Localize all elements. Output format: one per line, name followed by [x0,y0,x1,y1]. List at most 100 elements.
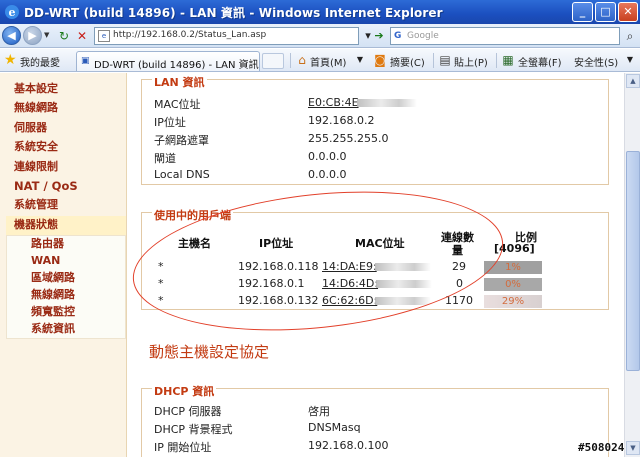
history-dropdown-icon[interactable]: ▼ [44,31,49,39]
redacted-blur [374,263,431,271]
dhcp-server-label: DHCP 伺服器 [154,405,222,418]
paste-button[interactable]: 貼上(P) [454,54,488,69]
sidebar-item-wireless[interactable]: 無線網路 [6,99,126,118]
close-button[interactable]: ✕ [618,2,638,22]
sidebar-menu: 基本設定 無線網路 伺服器 系統安全 連線限制 NAT / QoS 系統管理 機… [6,80,126,340]
client-ip: 192.168.0.1 [238,277,305,290]
lan-row-mac: MAC位址 E0:CB:4E [154,94,614,112]
home-icon[interactable]: ⌂ [294,52,310,68]
scroll-down-icon[interactable]: ▼ [626,441,640,455]
safety-dropdown-icon[interactable]: ▼ [622,52,638,68]
safety-button[interactable]: 安全性(S) [574,54,618,69]
lan-gateway-label: 閘道 [154,152,176,165]
submenu-item-sysinfo[interactable]: 系統資訊 [7,321,125,338]
client-ratio-bar: 0% [484,278,542,291]
arrow-left-icon: ◀ [7,29,16,42]
lan-row-netmask: 子網路遮罩 255.255.255.0 [154,130,614,148]
lan-mac-label: MAC位址 [154,98,201,111]
forward-button[interactable]: ▶ [23,26,42,45]
sidebar-item-status[interactable]: 機器狀態 [6,215,126,236]
active-clients-legend: 使用中的用戶端 [152,207,233,223]
vertical-scrollbar[interactable]: ▲ ▼ [624,73,640,457]
minimize-button[interactable]: _ [572,2,593,22]
dhcp-section-title: 動態主機設定協定 [149,343,270,361]
client-conns: 1170 [445,294,473,307]
sidebar-item-basic-setup[interactable]: 基本設定 [6,80,126,99]
client-ratio-bar: 1% [484,261,542,274]
client-ip: 192.168.0.132 [238,294,319,307]
dhcp-row-server: DHCP 伺服器 啓用 [154,401,614,419]
feed-button[interactable]: 摘要(C) [390,54,425,69]
fullscreen-button[interactable]: 全螢幕(F) [518,54,562,69]
submenu-item-lan[interactable]: 區域網路 [7,270,125,287]
command-bar: ★ 我的最愛 ▣ DD-WRT (build 14896) - LAN 資訊 ⌂… [0,49,640,72]
new-tab-button[interactable] [262,53,284,69]
browser-tab[interactable]: ▣ DD-WRT (build 14896) - LAN 資訊 [76,51,260,71]
col-conns-header-line2: 量 [452,244,463,257]
dhcp-info-legend: DHCP 資訊 [152,383,217,399]
lan-netmask-value: 255.255.255.0 [308,132,389,145]
scroll-up-icon[interactable]: ▲ [626,74,640,88]
sidebar-item-nat-qos[interactable]: NAT / QoS [6,177,126,196]
image-watermark: #508024 [578,441,625,454]
refresh-icon[interactable]: ↻ [56,28,72,44]
client-host: * [158,260,164,273]
search-icon[interactable]: ⌕ [622,28,638,44]
sidebar-item-security[interactable]: 系統安全 [6,138,126,157]
lan-row-dns: Local DNS 0.0.0.0 [154,166,614,184]
google-icon: G [394,31,402,41]
sidebar-item-access-restrictions[interactable]: 連線限制 [6,158,126,177]
dhcp-start-ip-label: IP 開始位址 [154,441,212,454]
search-input[interactable]: G Google [390,27,620,45]
client-mac[interactable]: 14:DA:E9: [322,260,431,273]
col-mac-header: MAC位址 [355,237,405,250]
home-button[interactable]: 首頁(M) [310,54,346,69]
divider [433,53,434,68]
client-mac[interactable]: 6C:62:6D: [322,294,432,307]
go-icon[interactable]: ➔ [371,27,387,45]
lan-dns-value: 0.0.0.0 [308,168,347,181]
lan-ip-label: IP位址 [154,116,186,129]
fullscreen-icon[interactable]: ▦ [500,52,516,68]
dhcp-row-daemon: DHCP 背景程式 DNSMasq [154,419,614,437]
lan-mac-value[interactable]: E0:CB:4E [308,96,417,109]
ie-icon: e [5,5,19,19]
col-ratio-header-line2: [4096] [494,242,535,255]
redacted-blur [356,99,417,107]
favorites-button[interactable]: 我的最愛 [20,54,60,69]
scrollbar-thumb[interactable] [626,151,640,371]
client-mac[interactable]: 14:D6:4D: [322,277,433,290]
address-toolbar: ◀ ▶ ▼ ↻ ✕ e http://192.168.0.2/Status_La… [0,24,640,48]
divider [290,53,291,68]
window-title: DD-WRT (build 14896) - LAN 資訊 - Windows … [24,6,443,20]
window-titlebar: e DD-WRT (build 14896) - LAN 資訊 - Window… [0,0,640,24]
client-ratio-label: 0% [505,279,521,290]
dhcp-server-value: 啓用 [308,405,330,418]
submenu-item-wan[interactable]: WAN [7,253,125,270]
lan-info-legend: LAN 資訊 [152,74,207,90]
col-hostname-header: 主機名 [178,237,211,250]
address-input[interactable]: e http://192.168.0.2/Status_Lan.asp [94,27,359,45]
maximize-button[interactable]: □ [595,2,616,22]
submenu-item-wireless[interactable]: 無線網路 [7,287,125,304]
redacted-blur [375,297,432,305]
back-button[interactable]: ◀ [2,26,21,45]
sidebar-item-services[interactable]: 伺服器 [6,119,126,138]
feed-icon[interactable]: ◙ [372,52,388,68]
address-url: http://192.168.0.2/Status_Lan.asp [113,30,267,40]
arrow-right-icon: ▶ [28,29,37,42]
lan-info-panel: LAN 資訊 MAC位址 E0:CB:4E IP位址 192.168.0.2 子… [141,74,609,185]
submenu-item-router[interactable]: 路由器 [7,236,125,253]
print-icon[interactable]: ▤ [437,52,453,68]
favorites-star-icon[interactable]: ★ [4,52,20,68]
page-content: 基本設定 無線網路 伺服器 系統安全 連線限制 NAT / QoS 系統管理 機… [0,73,624,457]
dhcp-start-ip-value: 192.168.0.100 [308,439,389,452]
col-ip-header: IP位址 [259,237,294,250]
home-dropdown-icon[interactable]: ▼ [352,52,368,68]
stop-icon[interactable]: ✕ [74,28,90,44]
submenu-item-bandwidth[interactable]: 頻寬監控 [7,304,125,321]
sidebar-item-administration[interactable]: 系統管理 [6,196,126,215]
tab-label: DD-WRT (build 14896) - LAN 資訊 [94,60,259,71]
lan-dns-label: Local DNS [154,168,210,181]
lan-row-ip: IP位址 192.168.0.2 [154,112,614,130]
